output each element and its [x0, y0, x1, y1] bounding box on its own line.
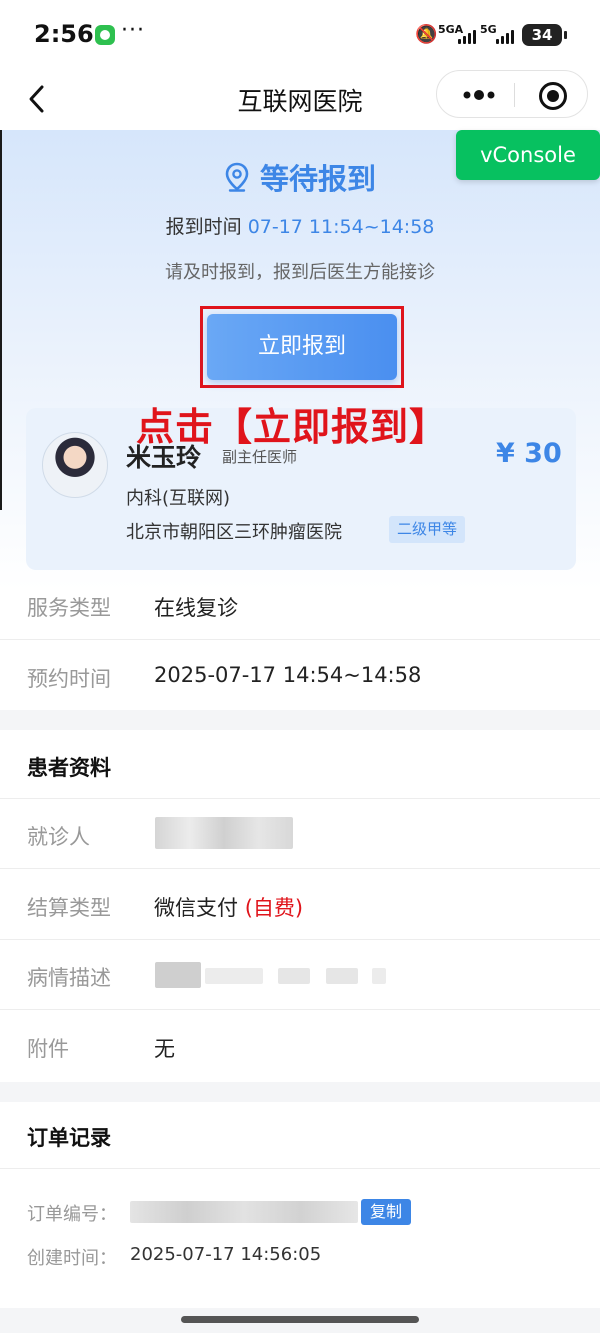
message-app-icon	[95, 25, 115, 45]
click-annotation: 点击【立即报到】	[136, 405, 449, 449]
appointment-value: 2025-07-17 14:54~14:58	[154, 663, 422, 687]
order-section-title: 订单记录	[27, 1126, 111, 1150]
checkin-now-button[interactable]: 立即报到	[207, 314, 397, 380]
status-time: 2:56	[34, 20, 94, 48]
attachment-value: 无	[154, 1037, 175, 1061]
checkin-time-value: 07-17 11:54~14:58	[247, 216, 435, 238]
status-bar: 2:56 ··· 🔕 5GA 5G 34	[0, 0, 600, 70]
row-divider	[0, 1168, 600, 1169]
consult-price: ¥ 30	[496, 438, 562, 469]
checkin-hint: 请及时报到，报到后医生方能接诊	[165, 262, 435, 283]
attachment-label: 附件	[27, 1037, 69, 1061]
order-number-redacted	[130, 1201, 358, 1223]
service-type-value: 在线复诊	[154, 596, 238, 620]
attachment-row: 附件 无	[0, 1011, 600, 1081]
close-miniapp-icon[interactable]	[539, 82, 567, 110]
location-pin-icon	[225, 162, 249, 192]
appointment-row: 预约时间 2025-07-17 14:54~14:58	[0, 641, 600, 711]
doctor-avatar	[42, 432, 108, 498]
hospital-level-badge: 二级甲等	[389, 516, 466, 543]
order-number-label: 订单编号：	[27, 1204, 117, 1225]
miniapp-capsule	[436, 70, 588, 118]
condition-redacted	[326, 968, 358, 984]
created-time-value: 2025-07-17 14:56:05	[130, 1244, 322, 1265]
condition-redacted	[205, 968, 263, 984]
doctor-hospital: 北京市朝阳区三环肿瘤医院	[126, 522, 342, 543]
condition-redacted	[278, 968, 310, 984]
more-options-icon[interactable]	[459, 81, 499, 109]
signal-icon-2	[496, 28, 514, 44]
condition-redacted	[155, 962, 201, 988]
patient-label: 就诊人	[27, 825, 90, 849]
patient-section: 患者资料 就诊人 结算类型 微信支付 (自费) 病情描述 附件 无	[0, 730, 600, 1082]
condition-label: 病情描述	[27, 966, 111, 990]
nav-bar: 互联网医院	[0, 70, 600, 130]
signal-icon-1	[458, 28, 476, 44]
doctor-department: 内科(互联网)	[126, 488, 231, 509]
created-time-label: 创建时间：	[27, 1248, 117, 1269]
appointment-label: 预约时间	[27, 667, 111, 691]
network-label-2: 5G	[480, 23, 497, 36]
row-divider	[0, 1009, 600, 1010]
payment-value: 微信支付 (自费)	[154, 892, 303, 922]
battery-icon: 34	[522, 24, 567, 46]
checkin-time: 报到时间 07-17 11:54~14:58	[0, 212, 600, 239]
patient-name-redacted	[155, 817, 293, 849]
condition-redacted	[372, 968, 386, 984]
mute-bell-icon: 🔕	[415, 24, 438, 45]
payment-label: 结算类型	[27, 896, 111, 920]
payment-method: 微信支付	[154, 896, 238, 920]
condition-row: 病情描述	[0, 940, 600, 1010]
checkin-status: 等待报到	[0, 156, 600, 198]
home-indicator[interactable]	[181, 1316, 419, 1323]
payment-row: 结算类型 微信支付 (自费)	[0, 870, 600, 940]
patient-row: 就诊人	[0, 799, 600, 869]
self-pay-note: (自费)	[244, 896, 304, 920]
service-type-row: 服务类型 在线复诊	[0, 570, 600, 640]
capsule-divider	[514, 83, 515, 107]
copy-button[interactable]: 复制	[361, 1199, 411, 1225]
checkin-status-title: 等待报到	[259, 162, 376, 196]
patient-section-title: 患者资料	[27, 756, 111, 780]
service-section: 服务类型 在线复诊 预约时间 2025-07-17 14:54~14:58	[0, 590, 600, 710]
more-dots-icon: ···	[121, 18, 145, 43]
row-divider	[0, 639, 600, 640]
service-type-label: 服务类型	[27, 596, 111, 620]
checkin-time-label: 报到时间	[165, 216, 242, 238]
row-divider	[0, 868, 600, 869]
